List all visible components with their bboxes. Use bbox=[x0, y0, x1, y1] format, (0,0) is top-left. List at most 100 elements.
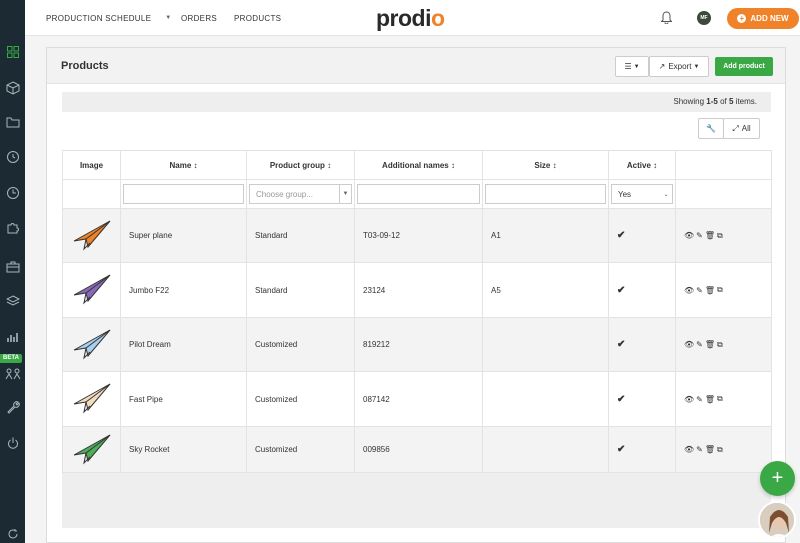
caret-down-icon: ▼ bbox=[339, 185, 351, 203]
filter-group-select[interactable]: Choose group... ▼ bbox=[249, 184, 352, 204]
delete-icon[interactable]: 🗑 bbox=[705, 395, 715, 404]
product-additional-names: T03-09-12 bbox=[354, 208, 483, 263]
nav-products-label: PRODUCTS bbox=[234, 13, 282, 23]
beta-badge: BETA bbox=[0, 354, 22, 363]
product-name: Jumbo F22 bbox=[120, 262, 247, 318]
product-additional-names: 23124 bbox=[354, 262, 483, 318]
view-icon[interactable]: 👁 bbox=[684, 340, 694, 349]
expand-icon: ⤢ bbox=[732, 123, 739, 133]
box-icon[interactable] bbox=[0, 78, 25, 98]
filter-active-select[interactable]: Yes ⌄ bbox=[611, 184, 673, 204]
puzzle-icon[interactable] bbox=[0, 218, 25, 238]
filter-additional-input[interactable] bbox=[357, 184, 480, 204]
plus-icon: + bbox=[737, 14, 747, 23]
folder-icon[interactable] bbox=[0, 112, 25, 132]
export-button[interactable]: ↗ Export ▼ bbox=[649, 56, 709, 77]
filter-active-cell: Yes ⌄ bbox=[608, 179, 676, 209]
check-icon: ✔ bbox=[608, 208, 676, 263]
col-active[interactable]: Active ↕ bbox=[608, 150, 676, 180]
list-icon: ☰ bbox=[624, 62, 632, 71]
view-icon[interactable]: 👁 bbox=[684, 395, 694, 404]
bell-icon[interactable] bbox=[660, 11, 673, 26]
col-name[interactable]: Name ↕ bbox=[120, 150, 247, 180]
filter-name-input[interactable] bbox=[123, 184, 244, 204]
add-new-button[interactable]: + ADD NEW bbox=[727, 8, 799, 29]
summary-range: 1-5 bbox=[706, 97, 718, 106]
delete-icon[interactable]: 🗑 bbox=[705, 340, 715, 349]
filter-name-cell bbox=[120, 179, 247, 209]
wrench-icon[interactable] bbox=[0, 397, 25, 417]
table-row[interactable]: Jumbo F22 Standard 23124 A5 ✔ 👁 ✎ 🗑 ⧉ bbox=[62, 262, 772, 318]
view-icon[interactable]: 👁 bbox=[684, 286, 694, 295]
product-name: Fast Pipe bbox=[120, 371, 247, 427]
nav-production-schedule[interactable]: PRODUCTION SCHEDULE ▼ bbox=[46, 0, 172, 36]
view-icon[interactable]: 👁 bbox=[684, 445, 694, 454]
table-body: Super plane Standard T03-09-12 A1 ✔ 👁 ✎ 🗑 ⧉ Jumbo… bbox=[62, 208, 772, 473]
edit-icon[interactable]: ✎ bbox=[696, 395, 703, 404]
nav-orders[interactable]: ORDERS bbox=[181, 0, 217, 36]
history-icon[interactable] bbox=[0, 147, 25, 167]
product-name: Sky Rocket bbox=[120, 426, 247, 473]
col-product-group[interactable]: Product group ↕ bbox=[246, 150, 355, 180]
logo[interactable]: prodio bbox=[376, 5, 445, 32]
product-image-cell bbox=[62, 371, 121, 427]
filter-image-cell bbox=[62, 179, 121, 209]
refresh-icon[interactable] bbox=[0, 524, 25, 543]
delete-icon[interactable]: 🗑 bbox=[705, 445, 715, 454]
summary-post: items. bbox=[733, 97, 757, 106]
briefcase-icon[interactable] bbox=[0, 256, 25, 276]
copy-icon[interactable]: ⧉ bbox=[717, 394, 723, 404]
row-actions: 👁 ✎ 🗑 ⧉ bbox=[675, 426, 772, 473]
edit-icon[interactable]: ✎ bbox=[696, 445, 703, 454]
floating-add-button[interactable]: + bbox=[760, 461, 795, 496]
delete-icon[interactable]: 🗑 bbox=[705, 231, 715, 240]
product-name: Super plane bbox=[120, 208, 247, 263]
filter-size-input[interactable] bbox=[485, 184, 606, 204]
power-icon[interactable] bbox=[0, 433, 25, 453]
table-row[interactable]: Pilot Dream Customized 819212 ✔ 👁 ✎ 🗑 ⧉ bbox=[62, 317, 772, 372]
product-size bbox=[482, 317, 609, 372]
edit-icon[interactable]: ✎ bbox=[696, 340, 703, 349]
nav-products[interactable]: PRODUCTS bbox=[234, 0, 281, 36]
view-icon[interactable]: 👁 bbox=[684, 231, 694, 240]
product-image-cell bbox=[62, 262, 121, 318]
edit-icon[interactable]: ✎ bbox=[696, 231, 703, 240]
col-size[interactable]: Size ↕ bbox=[482, 150, 609, 180]
products-table: Image Name ↕ Product group ↕ Additional … bbox=[62, 150, 772, 473]
avatar[interactable]: MF bbox=[697, 11, 711, 25]
clock-icon[interactable] bbox=[0, 183, 25, 203]
copy-icon[interactable]: ⧉ bbox=[717, 285, 723, 295]
check-icon: ✔ bbox=[608, 317, 676, 372]
top-bar: PRODUCTION SCHEDULE ▼ ORDERS PRODUCTS pr… bbox=[25, 0, 800, 36]
chat-avatar[interactable] bbox=[758, 501, 796, 539]
copy-icon[interactable]: ⧉ bbox=[717, 231, 723, 241]
product-group: Standard bbox=[246, 262, 355, 318]
table-header-row: Image Name ↕ Product group ↕ Additional … bbox=[62, 150, 772, 180]
delete-icon[interactable]: 🗑 bbox=[705, 286, 715, 295]
caret-down-icon: ▼ bbox=[633, 63, 640, 70]
copy-icon[interactable]: ⧉ bbox=[717, 340, 723, 350]
table-row[interactable]: Fast Pipe Customized 087142 ✔ 👁 ✎ 🗑 ⧉ bbox=[62, 371, 772, 427]
paper-plane-image bbox=[73, 274, 110, 305]
product-image-cell bbox=[62, 317, 121, 372]
layers-icon[interactable] bbox=[0, 291, 25, 311]
chart-icon[interactable] bbox=[0, 327, 25, 347]
product-size: A1 bbox=[482, 208, 609, 263]
panel-header: Products ☰ ▼ ↗ Export ▼ Add product bbox=[47, 48, 785, 84]
dashboard-icon[interactable] bbox=[0, 42, 25, 62]
add-product-button[interactable]: Add product bbox=[715, 57, 773, 76]
table-row[interactable]: Sky Rocket Customized 009856 ✔ 👁 ✎ 🗑 ⧉ bbox=[62, 426, 772, 473]
copy-icon[interactable]: ⧉ bbox=[717, 445, 723, 455]
team-icon[interactable] bbox=[0, 364, 25, 384]
col-additional-names[interactable]: Additional names ↕ bbox=[354, 150, 483, 180]
wrench-tool-button[interactable]: 🔧 bbox=[698, 118, 724, 139]
product-image-cell bbox=[62, 208, 121, 263]
col-image: Image bbox=[62, 150, 121, 180]
row-actions: 👁 ✎ 🗑 ⧉ bbox=[675, 208, 772, 263]
table-row[interactable]: Super plane Standard T03-09-12 A1 ✔ 👁 ✎ 🗑 ⧉ bbox=[62, 208, 772, 263]
nav-orders-label: ORDERS bbox=[181, 13, 218, 23]
summary-text: Showing 1-5 of 5 items. bbox=[62, 92, 771, 112]
edit-icon[interactable]: ✎ bbox=[696, 286, 703, 295]
columns-toggle-button[interactable]: ☰ ▼ bbox=[615, 56, 649, 77]
show-all-button[interactable]: ⤢ All bbox=[723, 118, 760, 139]
